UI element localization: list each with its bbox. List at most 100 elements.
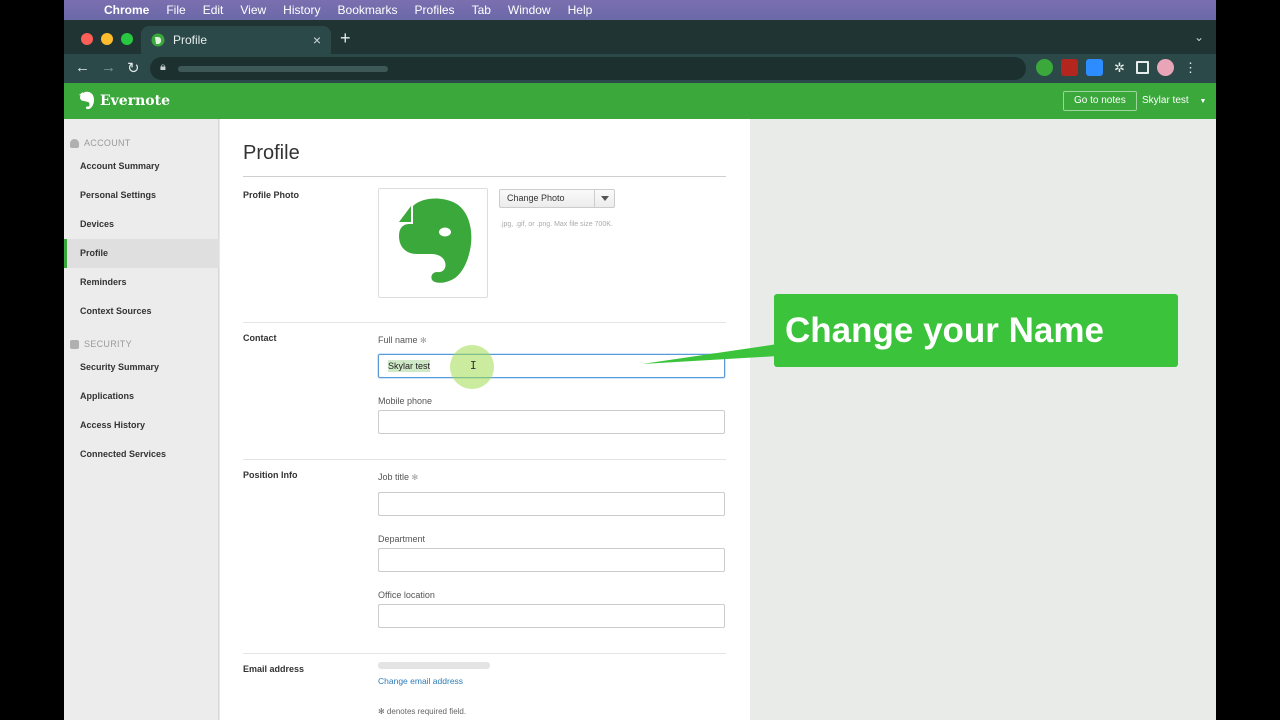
lock-icon (70, 339, 79, 349)
section-divider (243, 322, 726, 323)
required-field-note: ✻ denotes required field. (378, 707, 467, 716)
browser-toolbar: ← → ↻ 🔒︎ ✲ ⋮ (64, 54, 1216, 83)
user-menu[interactable]: Skylar test ▼ (1142, 95, 1206, 106)
full-name-label: Full name ✻ (378, 335, 427, 345)
reload-icon[interactable]: ↻ (127, 59, 140, 77)
close-window-button[interactable] (81, 33, 93, 45)
caret-down-icon: ▼ (1199, 98, 1207, 105)
app-name: Evernote (100, 93, 170, 109)
page-title: Profile (243, 142, 300, 164)
evernote-favicon-icon (151, 33, 165, 47)
mac-menu-bar: Chrome File Edit View History Bookmarks … (64, 0, 1216, 20)
change-name-callout: Change your Name (774, 294, 1178, 367)
menu-file[interactable]: File (166, 3, 185, 17)
office-location-label: Office location (378, 590, 435, 600)
sidebar-item-account-summary[interactable]: Account Summary (64, 152, 219, 181)
evernote-logo[interactable]: Evernote (78, 91, 170, 111)
profile-avatar-icon[interactable] (1157, 59, 1174, 76)
section-divider (243, 653, 726, 654)
back-arrow-icon[interactable]: ← (75, 59, 90, 76)
email-address-label: Email address (243, 664, 305, 674)
tab-close-icon[interactable]: × (313, 32, 321, 48)
section-divider (243, 459, 726, 460)
title-divider (243, 176, 726, 177)
sidebar-item-security-summary[interactable]: Security Summary (64, 353, 219, 382)
menu-tab[interactable]: Tab (472, 3, 491, 17)
menu-chrome[interactable]: Chrome (104, 3, 149, 17)
forward-arrow-icon[interactable]: → (101, 59, 116, 76)
job-title-field[interactable] (378, 492, 725, 516)
address-bar[interactable]: 🔒︎ (150, 57, 1026, 80)
full-name-label-text: Full name (378, 335, 418, 345)
lock-icon: 🔒︎ (160, 61, 166, 73)
sidebar-item-personal-settings[interactable]: Personal Settings (64, 181, 219, 210)
tab-title: Profile (173, 33, 208, 47)
minimize-window-button[interactable] (101, 33, 113, 45)
required-asterisk: ✻ (411, 473, 419, 482)
sidebar-item-devices[interactable]: Devices (64, 210, 219, 239)
change-email-link[interactable]: Change email address (378, 676, 463, 686)
text-cursor-icon: I (470, 359, 477, 372)
department-label: Department (378, 534, 426, 544)
menu-help[interactable]: Help (568, 3, 593, 17)
screen-frame: Chrome File Edit View History Bookmarks … (64, 0, 1216, 720)
contact-label: Contact (243, 333, 277, 343)
department-field[interactable] (378, 548, 725, 572)
job-title-label: Job title ✻ (378, 472, 418, 482)
puzzle-extensions-icon[interactable]: ✲ (1111, 59, 1128, 76)
kebab-menu-icon[interactable]: ⋮ (1182, 59, 1199, 76)
mobile-phone-label: Mobile phone (378, 396, 433, 406)
security-section-header: SECURITY (70, 339, 132, 349)
sidebar-item-access-history[interactable]: Access History (64, 411, 219, 440)
user-name: Skylar test (1142, 95, 1189, 106)
pdf-extension-icon[interactable] (1061, 59, 1078, 76)
menu-window[interactable]: Window (508, 3, 551, 17)
tab-search-chevron-icon[interactable]: ⌄ (1194, 30, 1204, 44)
settings-sidebar: ACCOUNT Account Summary Personal Setting… (64, 119, 219, 720)
browser-tab-strip: Profile × + ⌄ (64, 20, 1216, 54)
profile-photo[interactable] (378, 188, 488, 298)
tab-profile[interactable]: Profile × (141, 26, 331, 54)
zoom-window-button[interactable] (121, 33, 133, 45)
change-photo-label: Change Photo (507, 193, 565, 203)
profile-photo-label: Profile Photo (243, 190, 299, 200)
chevron-down-icon[interactable] (594, 190, 614, 207)
office-location-field[interactable] (378, 604, 725, 628)
evernote-extension-icon[interactable] (1036, 59, 1053, 76)
sidebar-item-profile[interactable]: Profile (64, 239, 219, 268)
new-tab-button[interactable]: + (340, 28, 351, 49)
right-background-pane (750, 119, 1216, 720)
callout-pointer (642, 344, 778, 364)
required-asterisk: ✻ (420, 336, 427, 345)
elephant-logo-icon (79, 91, 94, 110)
go-to-notes-button[interactable]: Go to notes (1063, 91, 1137, 111)
menu-bookmarks[interactable]: Bookmarks (338, 3, 398, 17)
blurred-url (178, 66, 388, 72)
person-icon (70, 138, 79, 148)
security-section-label: SECURITY (84, 339, 132, 349)
evernote-elephant-icon (399, 198, 472, 283)
mobile-phone-field[interactable] (378, 410, 725, 434)
job-title-label-text: Job title (378, 472, 410, 482)
menu-history[interactable]: History (283, 3, 320, 17)
menu-view[interactable]: View (240, 3, 266, 17)
position-info-label: Position Info (243, 470, 298, 480)
extensions-area: ✲ ⋮ (1036, 59, 1199, 76)
evernote-header: Evernote Go to notes Skylar test ▼ (64, 83, 1216, 119)
change-photo-dropdown[interactable]: Change Photo (499, 189, 615, 208)
account-section-label: ACCOUNT (84, 138, 131, 148)
side-panel-icon[interactable] (1136, 61, 1149, 74)
menu-edit[interactable]: Edit (203, 3, 224, 17)
full-name-value: Skylar test (388, 360, 431, 372)
profile-content: Profile Profile Photo Change Photo .jpg,… (220, 119, 750, 720)
menu-profiles[interactable]: Profiles (415, 3, 455, 17)
photo-file-hint: .jpg, .gif, or .png. Max file size 700K. (500, 221, 613, 228)
blurred-email (378, 662, 490, 669)
account-section-header: ACCOUNT (70, 138, 131, 148)
zoom-extension-icon[interactable] (1086, 59, 1103, 76)
sidebar-item-connected-services[interactable]: Connected Services (64, 440, 219, 469)
sidebar-item-applications[interactable]: Applications (64, 382, 219, 411)
sidebar-item-context-sources[interactable]: Context Sources (64, 297, 219, 326)
sidebar-item-reminders[interactable]: Reminders (64, 268, 219, 297)
window-controls (81, 33, 133, 45)
